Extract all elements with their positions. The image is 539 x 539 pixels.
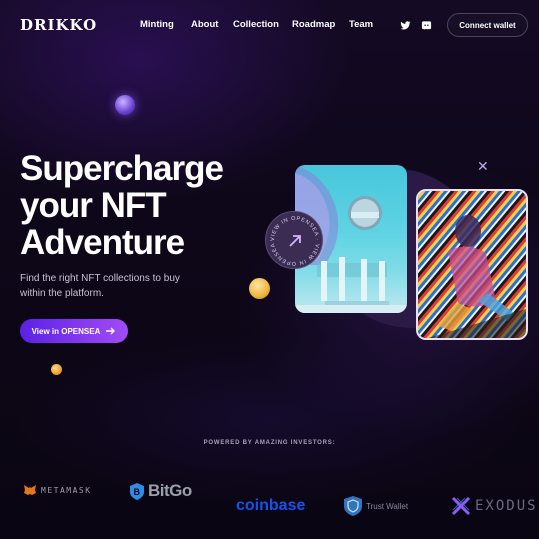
discord-icon[interactable]: [421, 18, 433, 30]
metamask-fox-icon: [24, 485, 36, 495]
connect-wallet-button[interactable]: Connect wallet: [447, 13, 528, 37]
page: DRIKKO Minting About Collection Roadmap …: [0, 0, 539, 539]
small-gold-orb-icon: [51, 364, 62, 375]
trust-wallet-wordmark: Trust Wallet: [366, 501, 409, 511]
view-opensea-label: View in OPENSEA: [31, 326, 101, 336]
investor-exodus: EXODUS: [451, 496, 538, 516]
sparkle-x-icon: ✕: [477, 158, 489, 174]
nav-about[interactable]: About: [191, 19, 218, 30]
hero-title-line-1: Supercharge: [20, 149, 224, 188]
svg-text:B: B: [134, 487, 141, 497]
badge-ring: VIEW IN OPENSEA · VIEW IN OPENSEA ·: [265, 208, 320, 266]
hero-title-line-2: your NFT: [20, 186, 167, 225]
gold-coin-icon: [249, 278, 270, 299]
hero-subtitle: Find the right NFT collections to buy wi…: [20, 271, 220, 301]
hero-subtitle-line-1: Find the right NFT collections to buy: [20, 273, 180, 284]
nft-card-colorful-figure[interactable]: [416, 189, 528, 340]
investor-coinbase: coinbase: [236, 497, 305, 515]
nav-roadmap[interactable]: Roadmap: [292, 19, 335, 30]
exodus-x-icon: [451, 496, 471, 516]
twitter-icon[interactable]: [400, 18, 412, 30]
metamask-wordmark: METAMASK: [41, 485, 92, 495]
hero-title: Supercharge your NFT Adventure: [20, 150, 250, 261]
badge-ring-text: VIEW IN OPENSEA · VIEW IN OPENSEA ·: [265, 208, 320, 266]
svg-text:VIEW IN OPENSEA · VIEW IN OPEN: VIEW IN OPENSEA · VIEW IN OPENSEA ·: [266, 212, 320, 266]
bitgo-shield-icon: B: [130, 482, 144, 500]
nav-minting[interactable]: Minting: [140, 19, 174, 30]
exodus-wordmark: EXODUS: [475, 498, 538, 514]
hero-title-line-3: Adventure: [20, 223, 185, 262]
hero-subtitle-line-2: within the platform.: [20, 288, 104, 299]
nav-collection[interactable]: Collection: [233, 19, 279, 30]
investors-heading: POWERED BY AMAZING INVESTORS:: [203, 440, 336, 446]
purple-orb-icon: [115, 95, 135, 115]
nav-team[interactable]: Team: [349, 19, 373, 30]
arrow-right-icon: [106, 327, 116, 335]
investor-metamask: METAMASK: [23, 484, 92, 496]
arrow-up-right-icon: [289, 235, 301, 247]
colorful-figure-artwork: [418, 191, 526, 338]
coinbase-wordmark: coinbase: [236, 497, 306, 514]
trust-wallet-shield-icon: [344, 496, 362, 516]
investor-bitgo: B BitGo: [130, 481, 192, 501]
bitgo-wordmark: BitGo: [148, 481, 192, 500]
view-opensea-button[interactable]: View in OPENSEA: [20, 319, 128, 343]
view-opensea-badge[interactable]: VIEW IN OPENSEA · VIEW IN OPENSEA ·: [265, 208, 323, 269]
logo[interactable]: DRIKKO: [20, 16, 97, 34]
investor-trust-wallet: Trust Wallet: [344, 496, 408, 516]
